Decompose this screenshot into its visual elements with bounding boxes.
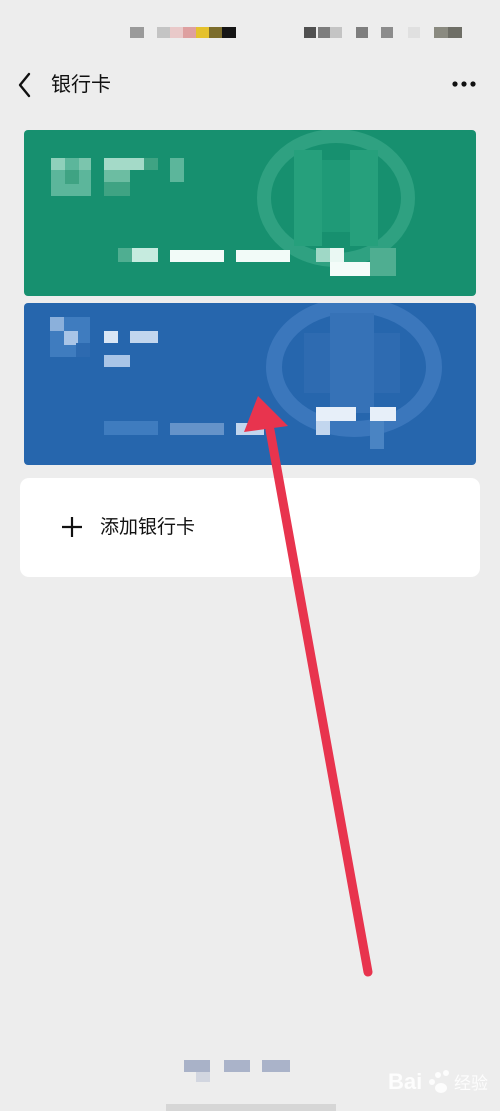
add-bank-card-button[interactable]: 添加银行卡	[20, 478, 480, 577]
bank-card-blue[interactable]	[24, 303, 476, 465]
svg-text:经验: 经验	[454, 1074, 488, 1094]
baidu-watermark: Bai 经验	[386, 1055, 498, 1105]
back-button[interactable]	[10, 68, 42, 102]
more-dots-icon	[452, 81, 476, 87]
bank-card-green[interactable]	[24, 130, 476, 296]
watermark-text: Bai 经验	[388, 1069, 488, 1094]
chevron-left-icon	[18, 72, 31, 98]
more-button[interactable]	[444, 68, 484, 100]
status-bar	[0, 0, 500, 60]
add-bank-card-label: 添加银行卡	[100, 516, 196, 538]
bank-card-redacted-details	[50, 303, 442, 449]
plus-icon	[62, 517, 82, 537]
bank-card-redacted-details	[51, 130, 415, 276]
svg-text:Bai: Bai	[388, 1069, 422, 1094]
nav-bar: 银行卡	[0, 60, 500, 110]
page-title: 银行卡	[51, 72, 111, 96]
